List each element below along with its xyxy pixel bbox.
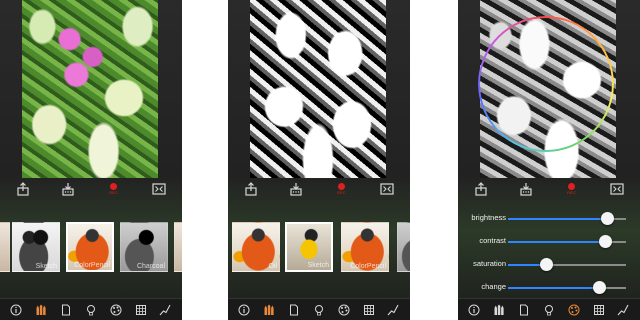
photo-preview bbox=[250, 0, 386, 178]
curve-icon[interactable] bbox=[157, 302, 173, 318]
filter-thumbnail[interactable] bbox=[174, 222, 182, 272]
slider-label: brightness bbox=[471, 213, 506, 222]
info-icon[interactable] bbox=[236, 302, 252, 318]
curve-icon[interactable] bbox=[615, 302, 631, 318]
slider-thumb[interactable] bbox=[592, 281, 606, 294]
record-icon bbox=[568, 183, 576, 190]
tab-bar bbox=[228, 298, 410, 320]
page-icon[interactable] bbox=[516, 302, 532, 318]
record-icon bbox=[110, 183, 118, 190]
page-icon[interactable] bbox=[58, 302, 74, 318]
filter-thumbnail[interactable]: Oil bbox=[232, 222, 280, 272]
filter-strip[interactable]: Sketch ColorPencil Charcoal bbox=[0, 222, 182, 274]
slider-track[interactable] bbox=[508, 235, 626, 248]
save-icon[interactable] bbox=[289, 182, 303, 196]
save-icon[interactable] bbox=[519, 182, 533, 196]
save-icon[interactable] bbox=[61, 182, 75, 196]
toolbar: REC bbox=[474, 182, 624, 196]
slider-thumb[interactable] bbox=[539, 258, 553, 271]
slider-thumb[interactable] bbox=[601, 212, 615, 225]
filter-thumbnail-label: Oil bbox=[268, 263, 277, 270]
info-icon[interactable] bbox=[8, 302, 24, 318]
lightbulb-icon[interactable] bbox=[83, 302, 99, 318]
filter-thumbnail[interactable]: Sketch bbox=[12, 222, 60, 272]
grid-icon[interactable] bbox=[591, 302, 607, 318]
tab-bar bbox=[458, 298, 640, 320]
screen-2: REC Oil Sketch ColorPencil bbox=[228, 0, 410, 320]
filter-thumbnail[interactable]: Charcoal bbox=[120, 222, 168, 272]
screen-3: REC brightness contrast saturation change bbox=[458, 0, 640, 320]
filter-thumbnail[interactable]: ColorPencil bbox=[66, 222, 114, 272]
slider-fill bbox=[508, 287, 599, 289]
toolbar: REC bbox=[16, 182, 166, 196]
slider-track[interactable] bbox=[508, 212, 626, 225]
adjustment-sliders: brightness contrast saturation change bbox=[458, 208, 640, 300]
lightbulb-icon[interactable] bbox=[541, 302, 557, 318]
share-icon[interactable] bbox=[244, 182, 258, 196]
slider-fill bbox=[508, 241, 605, 243]
filter-thumbnail[interactable]: ColorPencil bbox=[341, 222, 389, 272]
palette-icon[interactable] bbox=[336, 302, 352, 318]
share-icon[interactable] bbox=[16, 182, 30, 196]
palette-icon[interactable] bbox=[566, 302, 582, 318]
record-button[interactable]: REC bbox=[565, 182, 579, 196]
photo-preview bbox=[22, 0, 158, 178]
color-wheel-ring[interactable] bbox=[478, 16, 614, 152]
filter-strip[interactable]: Oil Sketch ColorPencil bbox=[228, 222, 410, 274]
fullscreen-icon[interactable] bbox=[610, 182, 624, 196]
screen-1: REC Sketch ColorPencil Charcoal bbox=[0, 0, 182, 320]
slider-label: change bbox=[481, 282, 506, 291]
slider-track[interactable] bbox=[508, 258, 626, 271]
record-label: REC bbox=[109, 190, 119, 195]
filter-thumbnail[interactable] bbox=[397, 222, 410, 272]
record-label: REC bbox=[567, 190, 577, 195]
fullscreen-icon[interactable] bbox=[152, 182, 166, 196]
filter-thumbnail-label: ColorPencil bbox=[350, 263, 386, 270]
slider-thumb[interactable] bbox=[598, 235, 612, 248]
lightbulb-icon[interactable] bbox=[311, 302, 327, 318]
filter-thumbnail[interactable]: Sketch bbox=[285, 222, 333, 272]
filter-thumbnail[interactable] bbox=[0, 222, 10, 272]
filter-thumbnail-label: Charcoal bbox=[136, 263, 165, 270]
record-icon bbox=[338, 183, 346, 190]
palette-icon[interactable] bbox=[108, 302, 124, 318]
grid-icon[interactable] bbox=[133, 302, 149, 318]
grid-icon[interactable] bbox=[361, 302, 377, 318]
filter-thumbnail-label: ColorPencil bbox=[74, 262, 110, 269]
record-label: REC bbox=[337, 190, 347, 195]
page-icon[interactable] bbox=[286, 302, 302, 318]
slider-saturation: saturation bbox=[458, 254, 640, 277]
slider-track[interactable] bbox=[508, 281, 626, 294]
record-button[interactable]: REC bbox=[107, 182, 121, 196]
info-icon[interactable] bbox=[466, 302, 482, 318]
filters-icon[interactable] bbox=[33, 302, 49, 318]
slider-contrast: contrast bbox=[458, 231, 640, 254]
slider-change: change bbox=[458, 277, 640, 300]
slider-fill bbox=[508, 218, 608, 220]
fullscreen-icon[interactable] bbox=[380, 182, 394, 196]
curve-icon[interactable] bbox=[385, 302, 401, 318]
toolbar: REC bbox=[244, 182, 394, 196]
record-button[interactable]: REC bbox=[335, 182, 349, 196]
slider-brightness: brightness bbox=[458, 208, 640, 231]
filters-icon[interactable] bbox=[491, 302, 507, 318]
slider-label: contrast bbox=[479, 236, 506, 245]
slider-label: saturation bbox=[473, 259, 506, 268]
share-icon[interactable] bbox=[474, 182, 488, 196]
filters-icon[interactable] bbox=[261, 302, 277, 318]
tab-bar bbox=[0, 298, 182, 320]
filter-thumbnail-label: Sketch bbox=[307, 262, 329, 269]
filter-thumbnail-label: Sketch bbox=[35, 263, 57, 270]
